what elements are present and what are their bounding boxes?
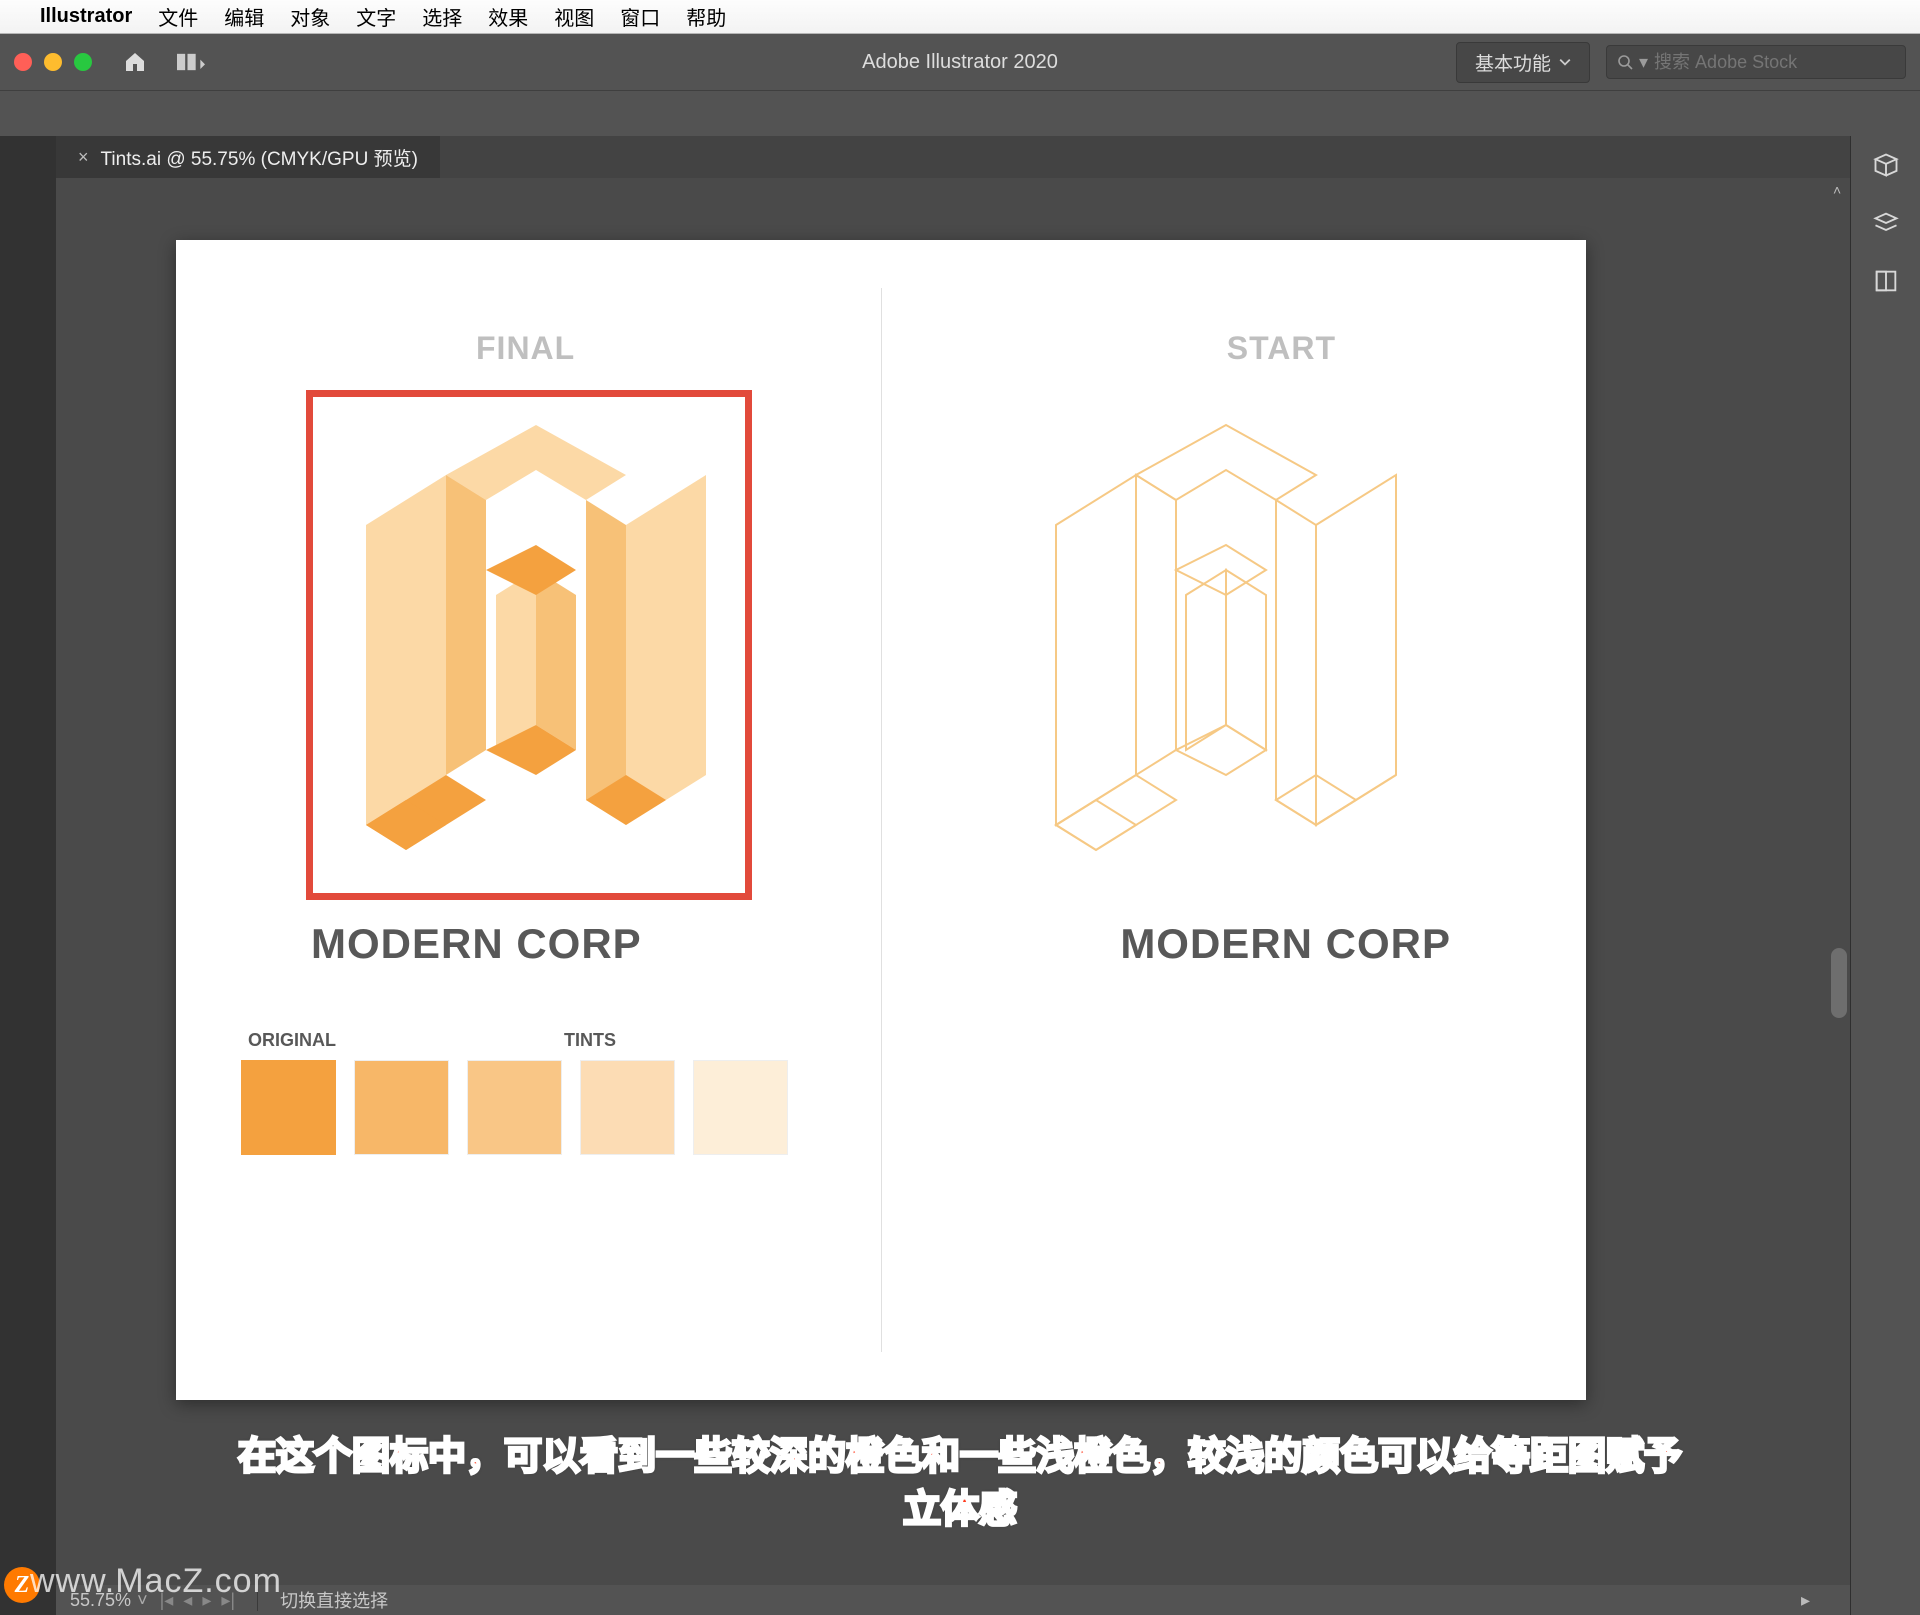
swatch-tint-3 — [580, 1060, 675, 1155]
menu-select[interactable]: 选择 — [422, 2, 462, 31]
vertical-scrollbar[interactable]: ˄ — [1828, 178, 1850, 1585]
app-title: Adobe Illustrator 2020 — [862, 51, 1058, 74]
status-menu-icon[interactable]: ▸ — [1801, 1590, 1810, 1611]
logo-start — [1016, 405, 1436, 885]
logo-text-final: MODERN CORP — [311, 920, 642, 968]
properties-panel-button[interactable] — [1867, 146, 1905, 184]
swatch-label-original: ORIGINAL — [248, 1030, 336, 1051]
document-tab-bar: × Tints.ai @ 55.75% (CMYK/GPU 预览) — [56, 136, 1850, 178]
home-icon — [123, 50, 147, 74]
menu-help[interactable]: 帮助 — [686, 2, 726, 31]
artboard-divider — [881, 288, 882, 1352]
close-window-button[interactable] — [14, 53, 32, 71]
swatch-row — [241, 1060, 788, 1155]
document-tab[interactable]: × Tints.ai @ 55.75% (CMYK/GPU 预览) — [56, 136, 440, 178]
document-area: × Tints.ai @ 55.75% (CMYK/GPU 预览) FINAL … — [56, 136, 1850, 1615]
caption-line2: 立体感 — [903, 1489, 1017, 1531]
app-menu[interactable]: Illustrator — [40, 5, 132, 28]
right-panel-dock — [1850, 136, 1920, 1615]
logo-text-start: MODERN CORP — [1120, 920, 1451, 968]
heading-start: START — [1227, 330, 1336, 367]
caption-line1: 在这个图标中，可以看到一些较深的橙色和一些浅橙色，较浅的颜色可以给等距图赋予 — [238, 1436, 1682, 1478]
canvas[interactable]: FINAL START — [56, 178, 1850, 1615]
menu-window[interactable]: 窗口 — [620, 2, 660, 31]
app-body: × Tints.ai @ 55.75% (CMYK/GPU 预览) FINAL … — [0, 136, 1920, 1615]
layout-icon — [177, 53, 205, 71]
menu-type[interactable]: 文字 — [356, 2, 396, 31]
menu-view[interactable]: 视图 — [554, 2, 594, 31]
home-button[interactable] — [114, 45, 156, 79]
search-icon — [1617, 54, 1633, 70]
arrange-documents-button[interactable] — [166, 45, 216, 79]
scroll-thumb[interactable] — [1831, 948, 1847, 1018]
scroll-up-icon[interactable]: ˄ — [1833, 182, 1841, 198]
swatch-label-tints: TINTS — [564, 1030, 616, 1051]
zoom-window-button[interactable] — [74, 53, 92, 71]
menu-file[interactable]: 文件 — [158, 2, 198, 31]
document-tab-label: Tints.ai @ 55.75% (CMYK/GPU 预览) — [101, 144, 418, 171]
workspace-label: 基本功能 — [1475, 49, 1551, 76]
control-bar: 未选择对象 — [0, 90, 1920, 136]
workspace-switcher[interactable]: 基本功能 — [1456, 42, 1590, 83]
libraries-panel-button[interactable] — [1867, 262, 1905, 300]
chevron-down-icon — [1559, 56, 1571, 68]
mac-menubar: Illustrator 文件 编辑 对象 文字 选择 效果 视图 窗口 帮助 — [0, 0, 1920, 34]
adobe-stock-search[interactable]: ▾ — [1606, 45, 1906, 79]
swatch-original — [241, 1060, 336, 1155]
logo-final — [326, 405, 746, 885]
menu-edit[interactable]: 编辑 — [224, 2, 264, 31]
swatch-tint-4 — [693, 1060, 788, 1155]
status-bar: 55.75% ˅ |◂ ◂ ▸ ▸| 切换直接选择 ▸ — [56, 1585, 1850, 1615]
close-tab-icon[interactable]: × — [78, 147, 89, 168]
window-controls — [14, 53, 92, 71]
watermark-text: www.MacZ.com — [30, 1562, 282, 1601]
swatch-tint-1 — [354, 1060, 449, 1155]
menu-effect[interactable]: 效果 — [488, 2, 528, 31]
tutorial-caption: 在这个图标中，可以看到一些较深的橙色和一些浅橙色，较浅的颜色可以给等距图赋予 立… — [0, 1431, 1920, 1537]
heading-final: FINAL — [476, 330, 575, 367]
swatch-tint-2 — [467, 1060, 562, 1155]
minimize-window-button[interactable] — [44, 53, 62, 71]
app-titlebar: Adobe Illustrator 2020 基本功能 ▾ — [0, 34, 1920, 90]
search-input[interactable] — [1654, 52, 1895, 73]
layers-panel-button[interactable] — [1867, 204, 1905, 242]
menu-object[interactable]: 对象 — [290, 2, 330, 31]
tool-hint: 切换直接选择 — [280, 1587, 388, 1613]
artboard: FINAL START — [176, 240, 1586, 1400]
